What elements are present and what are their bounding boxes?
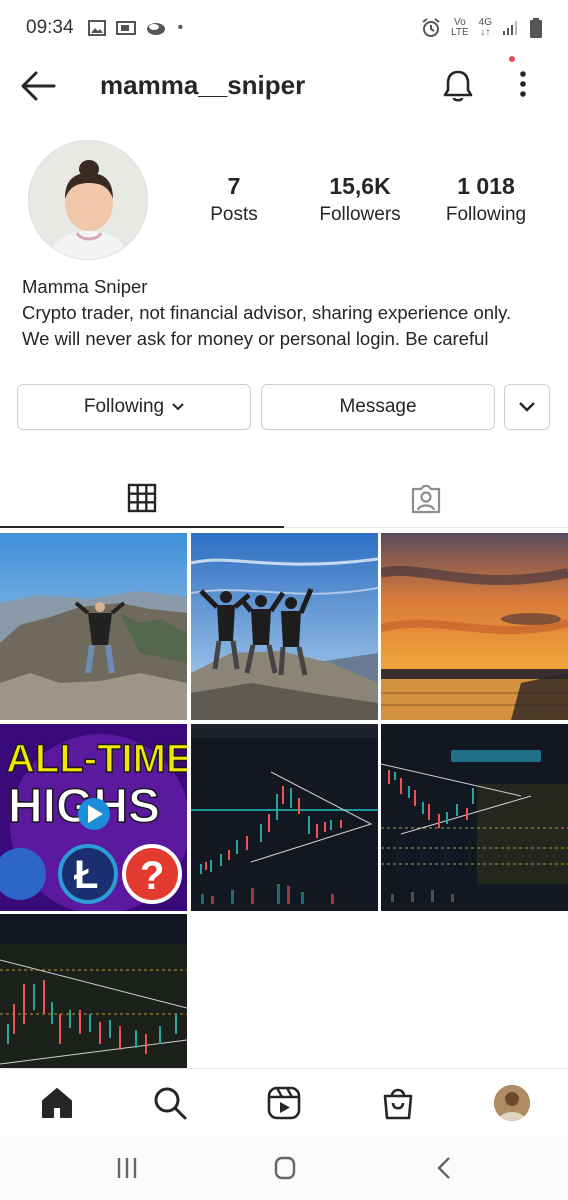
post-thumbnail-1[interactable] xyxy=(0,533,187,720)
post-image-trading-chart-3 xyxy=(0,914,187,1068)
volte-icon: Vo LTE xyxy=(451,18,469,38)
tagged-person-icon xyxy=(411,484,441,513)
nav-search[interactable] xyxy=(150,1083,190,1123)
back-arrow-icon[interactable] xyxy=(20,70,56,102)
system-navigation-bar xyxy=(0,1136,568,1200)
svg-text:?: ? xyxy=(140,854,164,898)
grid-icon xyxy=(127,483,157,513)
post-thumbnail-6[interactable] xyxy=(381,724,568,911)
post-image-trading-chart xyxy=(191,724,378,911)
chevron-down-icon xyxy=(172,403,184,411)
status-dot: • xyxy=(177,19,184,36)
stat-posts[interactable]: 7 Posts xyxy=(164,172,304,230)
username-title: mamma__sniper xyxy=(100,70,306,100)
stat-following-value: 1 018 xyxy=(457,173,515,199)
status-right-icons: Vo LTE 4G ↓↑ xyxy=(421,18,542,38)
volte-text-bottom: LTE xyxy=(451,27,469,38)
chevron-down-icon xyxy=(519,402,535,412)
tab-tagged[interactable] xyxy=(284,470,568,528)
nav-shop[interactable] xyxy=(378,1083,418,1123)
svg-text:Ł: Ł xyxy=(74,853,98,897)
stat-following[interactable]: 1 018 Following xyxy=(416,172,556,230)
notification-dot xyxy=(509,56,515,62)
following-button-label: Following xyxy=(83,396,165,417)
profile-bio: Mamma Sniper Crypto trader, not financia… xyxy=(22,274,552,352)
home-button-icon[interactable] xyxy=(270,1154,300,1182)
message-button-label: Message xyxy=(339,396,417,417)
battery-icon xyxy=(530,18,542,38)
gallery-icon xyxy=(87,20,106,36)
nav-profile[interactable] xyxy=(492,1083,532,1123)
signal-icon xyxy=(503,21,517,35)
status-left-icons: • xyxy=(87,19,184,37)
post-thumbnail-3[interactable] xyxy=(381,533,568,720)
post-thumbnail-5[interactable] xyxy=(191,724,378,911)
cloud-icon xyxy=(146,23,165,35)
tab-posts-grid[interactable] xyxy=(0,470,284,528)
stat-followers-value: 15,6K xyxy=(329,173,391,199)
network-arrows: ↓↑ xyxy=(480,27,491,38)
bio-line-2: We will never ask for money or personal … xyxy=(22,328,489,349)
post-image-sunset xyxy=(381,533,568,720)
home-icon xyxy=(42,1088,72,1118)
alarm-icon xyxy=(422,18,440,37)
more-vertical-icon[interactable] xyxy=(510,68,536,104)
post-thumbnail-2[interactable] xyxy=(191,533,378,720)
stat-posts-value: 7 xyxy=(227,173,241,199)
suggested-accounts-button[interactable] xyxy=(504,384,550,430)
status-bar: 09:34 • Vo LTE 4G ↓↑ xyxy=(0,0,568,56)
network-4g-icon: 4G ↓↑ xyxy=(479,18,492,38)
bottom-navigation xyxy=(0,1068,568,1136)
stat-followers-label: Followers xyxy=(319,204,401,225)
post-image-group xyxy=(191,533,378,720)
thumb-text-alltime: ALL-TIME xyxy=(6,737,187,781)
status-time: 09:34 xyxy=(26,17,74,38)
post-thumbnail-4[interactable]: ALL-TIME HIGHS Ł ? xyxy=(0,724,187,911)
profile-header: mamma__sniper xyxy=(0,56,568,116)
reels-icon xyxy=(267,1086,301,1120)
display-name: Mamma Sniper xyxy=(22,276,148,297)
avatar-image xyxy=(29,141,147,259)
shop-icon xyxy=(383,1088,413,1120)
post-image-mountain xyxy=(0,533,187,720)
search-icon xyxy=(154,1087,187,1120)
profile-avatar[interactable] xyxy=(28,140,148,260)
nav-reels[interactable] xyxy=(264,1083,304,1123)
message-button[interactable]: Message xyxy=(261,384,495,430)
following-button[interactable]: Following xyxy=(17,384,251,430)
post-image-trading-chart-2 xyxy=(381,724,568,911)
stat-posts-label: Posts xyxy=(210,204,258,225)
stat-following-label: Following xyxy=(445,204,527,225)
post-image-alltime-highs: ALL-TIME HIGHS Ł ? xyxy=(0,724,187,911)
bell-icon[interactable] xyxy=(440,68,476,104)
recent-apps-icon[interactable] xyxy=(112,1154,142,1182)
nav-home[interactable] xyxy=(37,1083,77,1123)
profile-tabs xyxy=(0,470,568,530)
screen-share-icon xyxy=(115,21,136,35)
back-button-icon[interactable] xyxy=(430,1154,460,1182)
profile-avatar xyxy=(494,1085,530,1121)
stat-followers[interactable]: 15,6K Followers xyxy=(290,172,430,230)
bio-line-1: Crypto trader, not financial advisor, sh… xyxy=(22,302,512,323)
